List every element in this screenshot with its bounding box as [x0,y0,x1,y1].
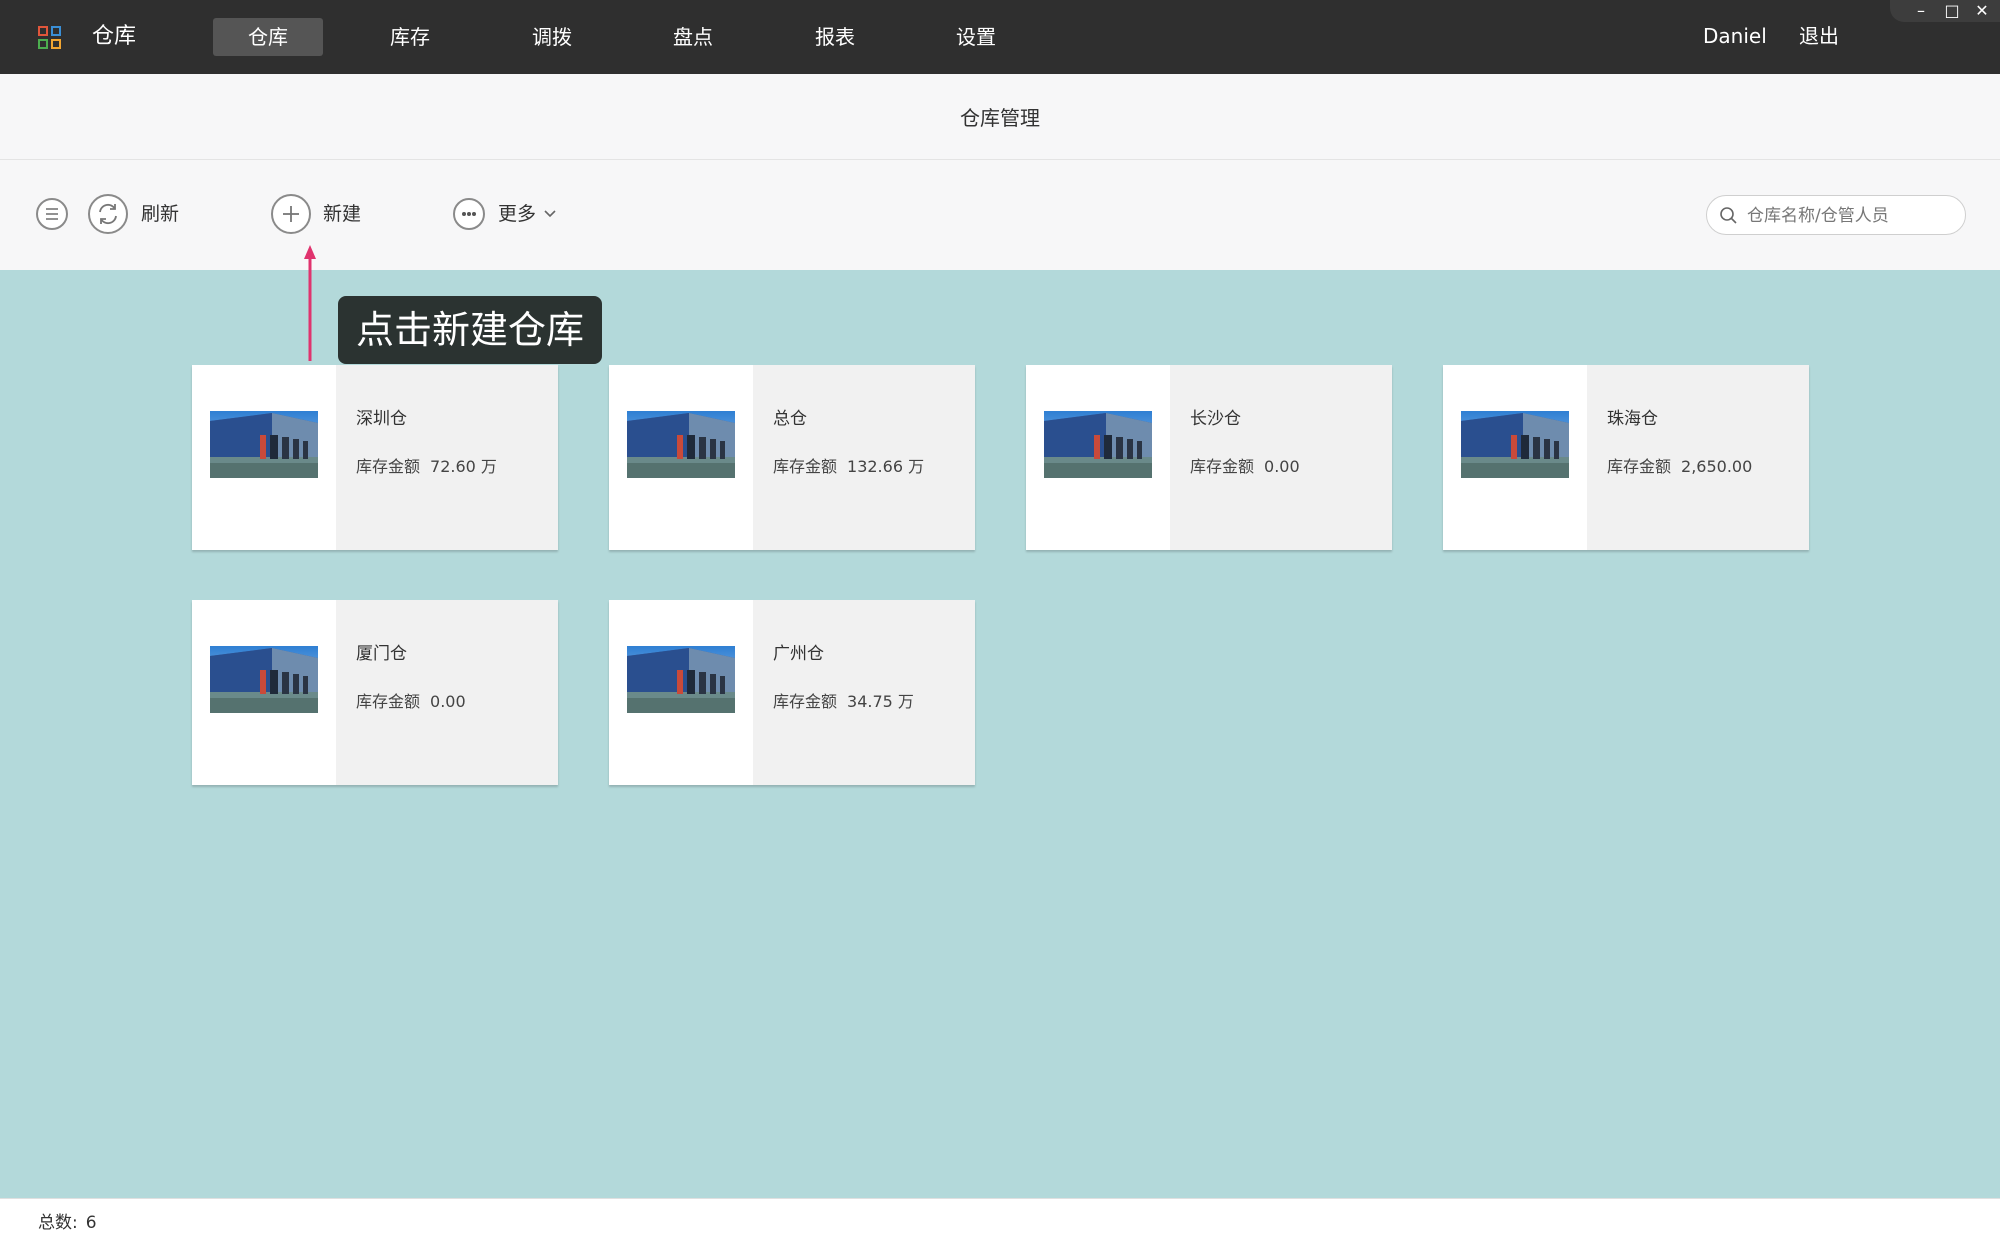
card-info: 珠海仓 库存金额 2,650.00 [1587,365,1809,550]
warehouse-thumbnail [210,646,318,713]
warehouse-thumbnail [1044,411,1152,478]
new-button[interactable] [271,194,311,234]
warehouse-name: 厦门仓 [356,644,407,664]
amount-value: 132.66 万 [847,457,925,476]
nav-tab-stocktake[interactable]: 盘点 [638,18,748,56]
card-info: 深圳仓 库存金额 72.60 万 [336,365,558,550]
amount-label: 库存金额 [773,457,838,476]
amount-value: 0.00 [1264,457,1300,476]
search-box[interactable] [1706,195,1966,235]
amount-label: 库存金额 [356,692,421,711]
amount-value: 2,650.00 [1681,457,1753,476]
app-grid-icon[interactable] [38,26,62,50]
refresh-label[interactable]: 刷新 [141,200,179,228]
search-icon [1720,207,1737,224]
warehouse-card[interactable]: 厦门仓 库存金额 0.00 [192,600,558,785]
warehouse-card[interactable]: 总仓 库存金额 132.66 万 [609,365,975,550]
top-bar: 仓库 仓库 库存 调拨 盘点 报表 设置 Daniel 退出 – □ ✕ [0,0,2000,74]
list-icon [46,208,58,220]
app-title: 仓库 [92,24,137,49]
card-info: 广州仓 库存金额 34.75 万 [753,600,975,785]
warehouse-name: 长沙仓 [1190,409,1241,429]
warehouse-name: 深圳仓 [356,409,407,429]
warehouse-name: 总仓 [773,409,807,429]
nav-tab-reports[interactable]: 报表 [780,18,890,56]
warehouse-thumbnail [1461,411,1569,478]
amount-value: 34.75 万 [847,692,914,711]
amount-label: 库存金额 [1190,457,1255,476]
refresh-icon [99,203,117,225]
card-info: 总仓 库存金额 132.66 万 [753,365,975,550]
amount-label: 库存金额 [773,692,838,711]
warehouse-card[interactable]: 长沙仓 库存金额 0.00 [1026,365,1392,550]
user-name[interactable]: Daniel [1703,22,1767,50]
nav-tab-inventory[interactable]: 库存 [355,18,465,56]
page-title: 仓库管理 [960,106,1040,130]
warehouse-card[interactable]: 深圳仓 库存金额 72.60 万 [192,365,558,550]
logout-link[interactable]: 退出 [1799,22,1839,50]
card-info: 厦门仓 库存金额 0.00 [336,600,558,785]
window-controls: – □ ✕ [1890,0,2000,22]
warehouse-thumbnail [210,411,318,478]
title-bar: 仓库管理 [0,74,2000,160]
list-menu-button[interactable] [36,198,68,230]
search-input[interactable] [1747,202,1957,230]
amount-label: 库存金额 [356,457,421,476]
nav-tab-settings[interactable]: 设置 [921,18,1031,56]
total-value: 6 [85,1213,97,1233]
warehouse-thumbnail [627,646,735,713]
warehouse-name: 广州仓 [773,644,824,664]
minimize-icon[interactable]: – [1910,0,1932,22]
plus-icon [283,206,299,222]
maximize-icon[interactable]: □ [1941,0,1963,22]
inventory-amount: 库存金额 34.75 万 [773,691,914,713]
annotation-tooltip: 点击新建仓库 [338,296,603,364]
inventory-amount: 库存金额 0.00 [1190,456,1300,478]
more-button[interactable] [453,198,485,230]
warehouse-thumbnail [627,411,735,478]
card-info: 长沙仓 库存金额 0.00 [1170,365,1392,550]
status-bar: 总数: 6 [0,1198,2000,1246]
nav-tab-transfer[interactable]: 调拨 [497,18,607,56]
chevron-down-icon[interactable] [542,206,558,222]
amount-label: 库存金额 [1607,457,1672,476]
warehouse-card[interactable]: 珠海仓 库存金额 2,650.00 [1443,365,1809,550]
total-count: 总数: 6 [38,1212,97,1234]
more-dots-icon [462,212,476,216]
warehouse-name: 珠海仓 [1607,409,1658,429]
nav-tab-warehouse[interactable]: 仓库 [213,18,323,56]
warehouse-grid: 深圳仓 库存金额 72.60 万 总仓 库存金额 132.66 万 长沙仓 库存金额… [0,270,2000,1198]
refresh-button[interactable] [88,194,128,234]
more-label[interactable]: 更多 [498,200,536,228]
inventory-amount: 库存金额 0.00 [356,691,466,713]
annotation-arrow-icon [304,245,316,361]
warehouse-card[interactable]: 广州仓 库存金额 34.75 万 [609,600,975,785]
amount-value: 0.00 [430,692,466,711]
total-label: 总数: [38,1213,78,1233]
new-label[interactable]: 新建 [323,200,361,228]
inventory-amount: 库存金额 2,650.00 [1607,456,1752,478]
close-icon[interactable]: ✕ [1971,0,1993,22]
amount-value: 72.60 万 [430,457,497,476]
inventory-amount: 库存金额 132.66 万 [773,456,924,478]
inventory-amount: 库存金额 72.60 万 [356,456,497,478]
